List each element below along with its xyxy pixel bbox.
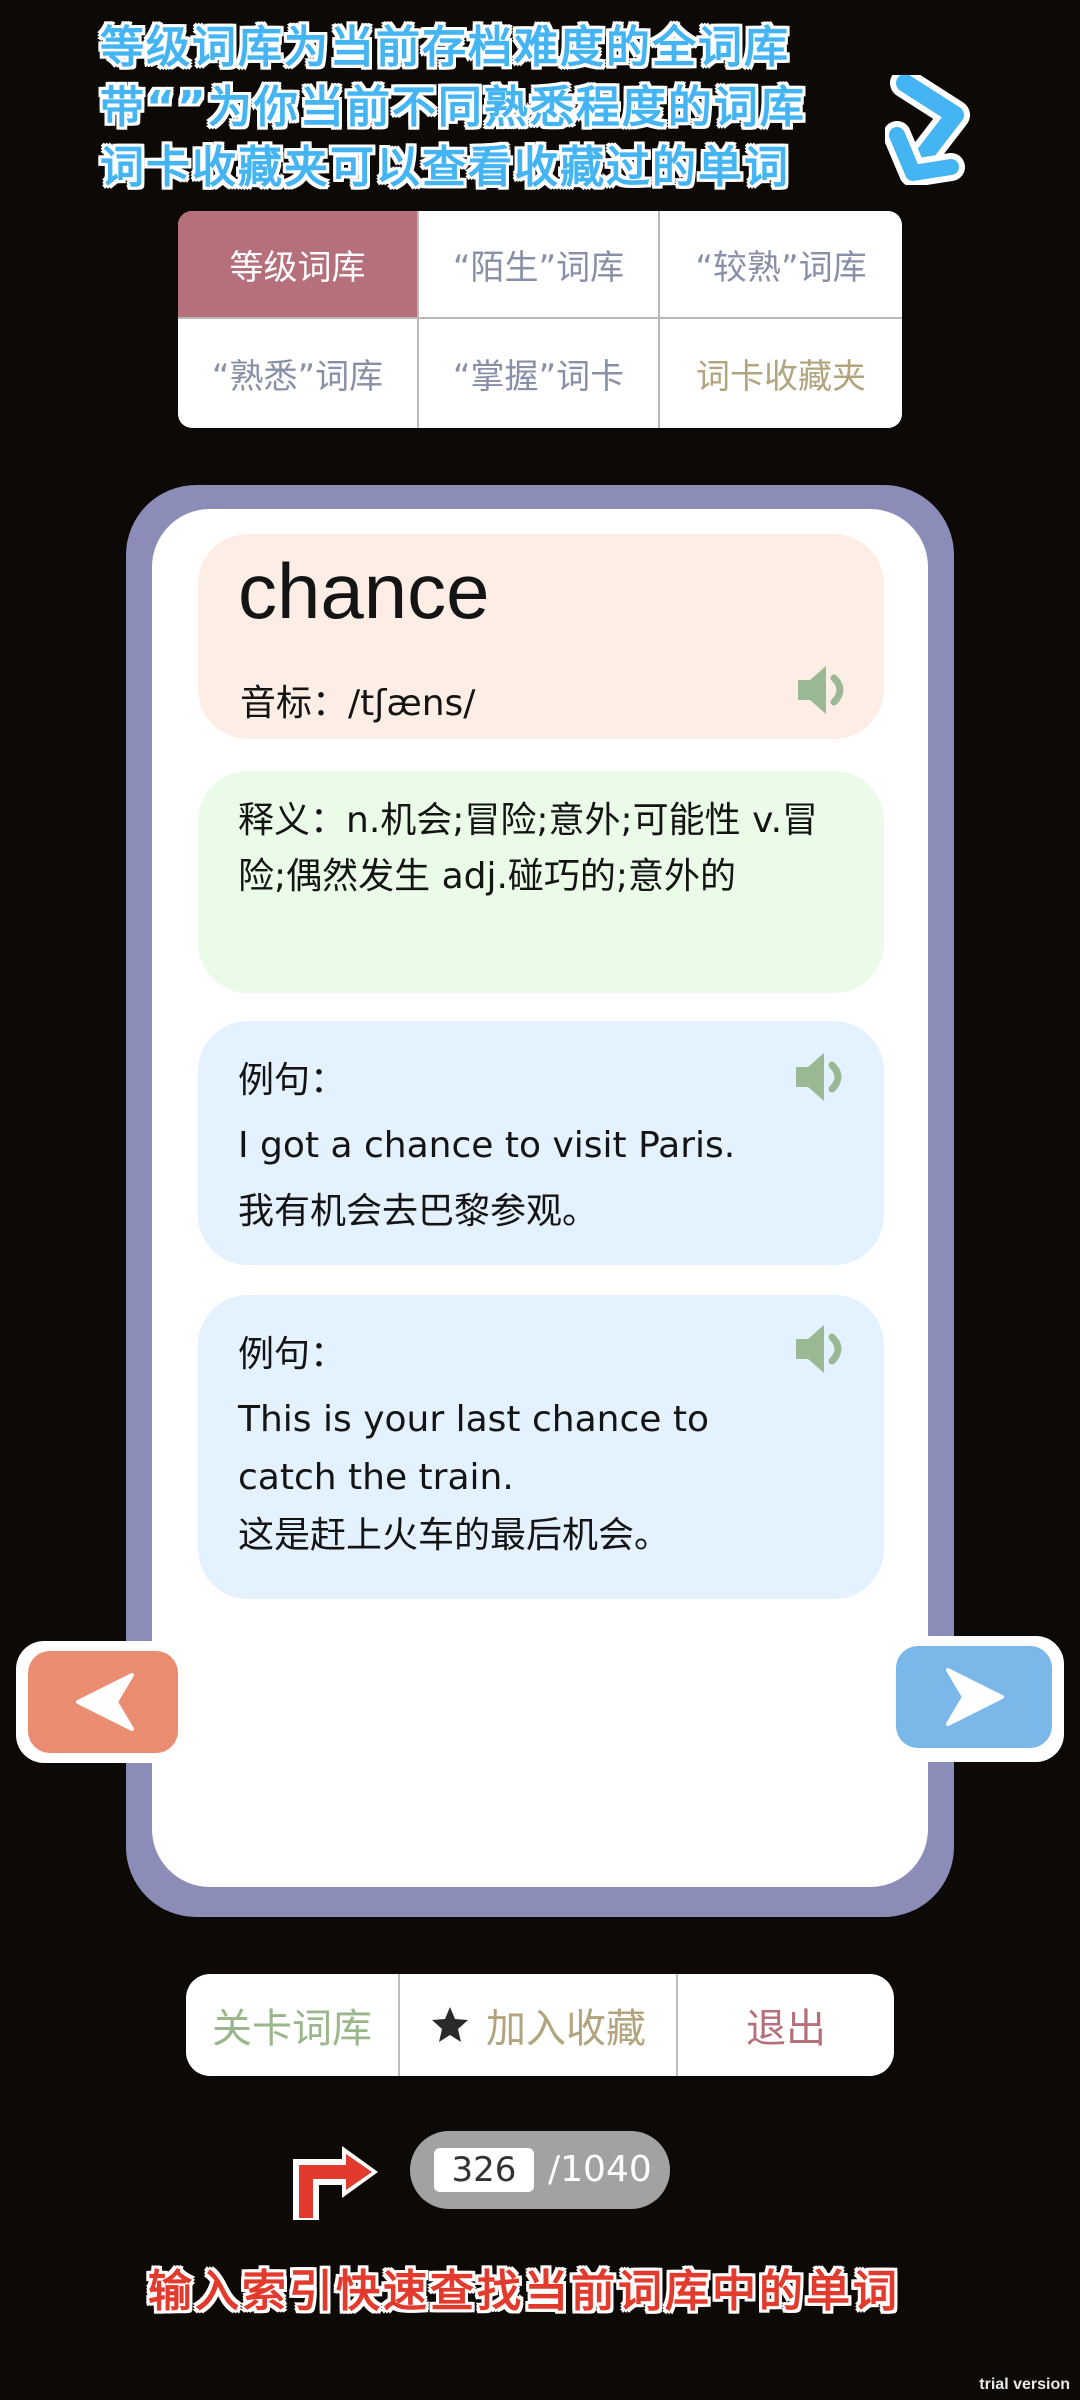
index-jump: 326 /1040 (410, 2131, 670, 2209)
word-card-inner: chance 音标：/tʃæns/ 释义：n.机会;冒险;意外;可能性 v.冒险… (152, 509, 928, 1887)
hint-bottom: 输入索引快速查找当前词库中的单词 (148, 2266, 900, 2317)
star-icon (432, 2007, 468, 2042)
word-card: chance 音标：/tʃæns/ 释义：n.机会;冒险;意外;可能性 v.冒险… (126, 485, 954, 1917)
speaker-icon[interactable] (792, 1321, 854, 1377)
prev-button-face[interactable] (28, 1651, 178, 1753)
hint-top-line-3: 词卡收藏夹可以查看收藏过的单词 (100, 142, 790, 193)
next-button[interactable] (890, 1636, 1064, 1762)
hint-top-line-2: 带“”为你当前不同熟悉程度的词库 (100, 82, 806, 133)
word-section: chance 音标：/tʃæns/ (198, 534, 884, 739)
level-library-button[interactable]: 关卡词库 (186, 1974, 400, 2076)
tab-familiar-library[interactable]: “熟悉”词库 (178, 319, 419, 428)
example-section-1: 例句： I got a chance to visit Paris. 我有机会去… (198, 1021, 884, 1265)
tab-level-library[interactable]: 等级词库 (178, 211, 419, 319)
exit-button[interactable]: 退出 (678, 1974, 894, 2076)
example-zh: 这是赶上火车的最后机会。 (238, 1515, 671, 1556)
chevron-left-icon (76, 1673, 134, 1731)
tab-fairly-familiar-library[interactable]: “较熟”词库 (660, 211, 902, 319)
example-label: 例句： (238, 1334, 347, 1375)
curved-arrow-down-left-icon (885, 75, 970, 185)
example-zh: 我有机会去巴黎参观。 (238, 1191, 599, 1232)
tab-card-favorites[interactable]: 词卡收藏夹 (660, 319, 902, 428)
example-text: This is your last chance to catch the tr… (238, 1391, 794, 1565)
tab-unfamiliar-library[interactable]: “陌生”词库 (419, 211, 660, 319)
bottom-action-bar: 关卡词库 加入收藏 退出 (186, 1974, 894, 2076)
speaker-icon[interactable] (794, 662, 856, 718)
add-favorite-button[interactable]: 加入收藏 (400, 1974, 678, 2076)
watermark: trial version (979, 2376, 1070, 2393)
index-total: /1040 (548, 2149, 652, 2190)
example-en: I got a chance to visit Paris. (238, 1125, 736, 1166)
add-favorite-label: 加入收藏 (486, 2006, 646, 2052)
meaning-text: 释义：n.机会;冒险;意外;可能性 v.冒险;偶然发生 adj.碰巧的;意外的 (238, 800, 819, 897)
speaker-icon[interactable] (792, 1049, 854, 1105)
prev-button[interactable] (16, 1641, 190, 1763)
phonetic-text: 音标：/tʃæns/ (240, 683, 476, 724)
example-en: This is your last chance to catch the tr… (238, 1399, 709, 1498)
hint-top-line-1: 等级词库为当前存档难度的全词库 (100, 22, 790, 73)
tab-mastered-cards[interactable]: “掌握”词卡 (419, 319, 660, 428)
chevron-right-icon (946, 1668, 1004, 1726)
hint-top: 等级词库为当前存档难度的全词库 带“”为你当前不同熟悉程度的词库 词卡收藏夹可以… (100, 18, 880, 198)
next-button-face[interactable] (896, 1646, 1052, 1748)
bent-arrow-right-icon (293, 2146, 378, 2220)
example-section-2: 例句： This is your last chance to catch th… (198, 1295, 884, 1599)
example-text: I got a chance to visit Paris. 我有机会去巴黎参观… (238, 1117, 824, 1241)
meaning-section: 释义：n.机会;冒险;意外;可能性 v.冒险;偶然发生 adj.碰巧的;意外的 (198, 771, 884, 993)
index-input[interactable]: 326 (434, 2148, 534, 2192)
word-text: chance (238, 547, 490, 635)
library-tabs: 等级词库 “陌生”词库 “较熟”词库 “熟悉”词库 “掌握”词卡 词卡收藏夹 (178, 211, 902, 428)
example-label: 例句： (238, 1060, 347, 1101)
